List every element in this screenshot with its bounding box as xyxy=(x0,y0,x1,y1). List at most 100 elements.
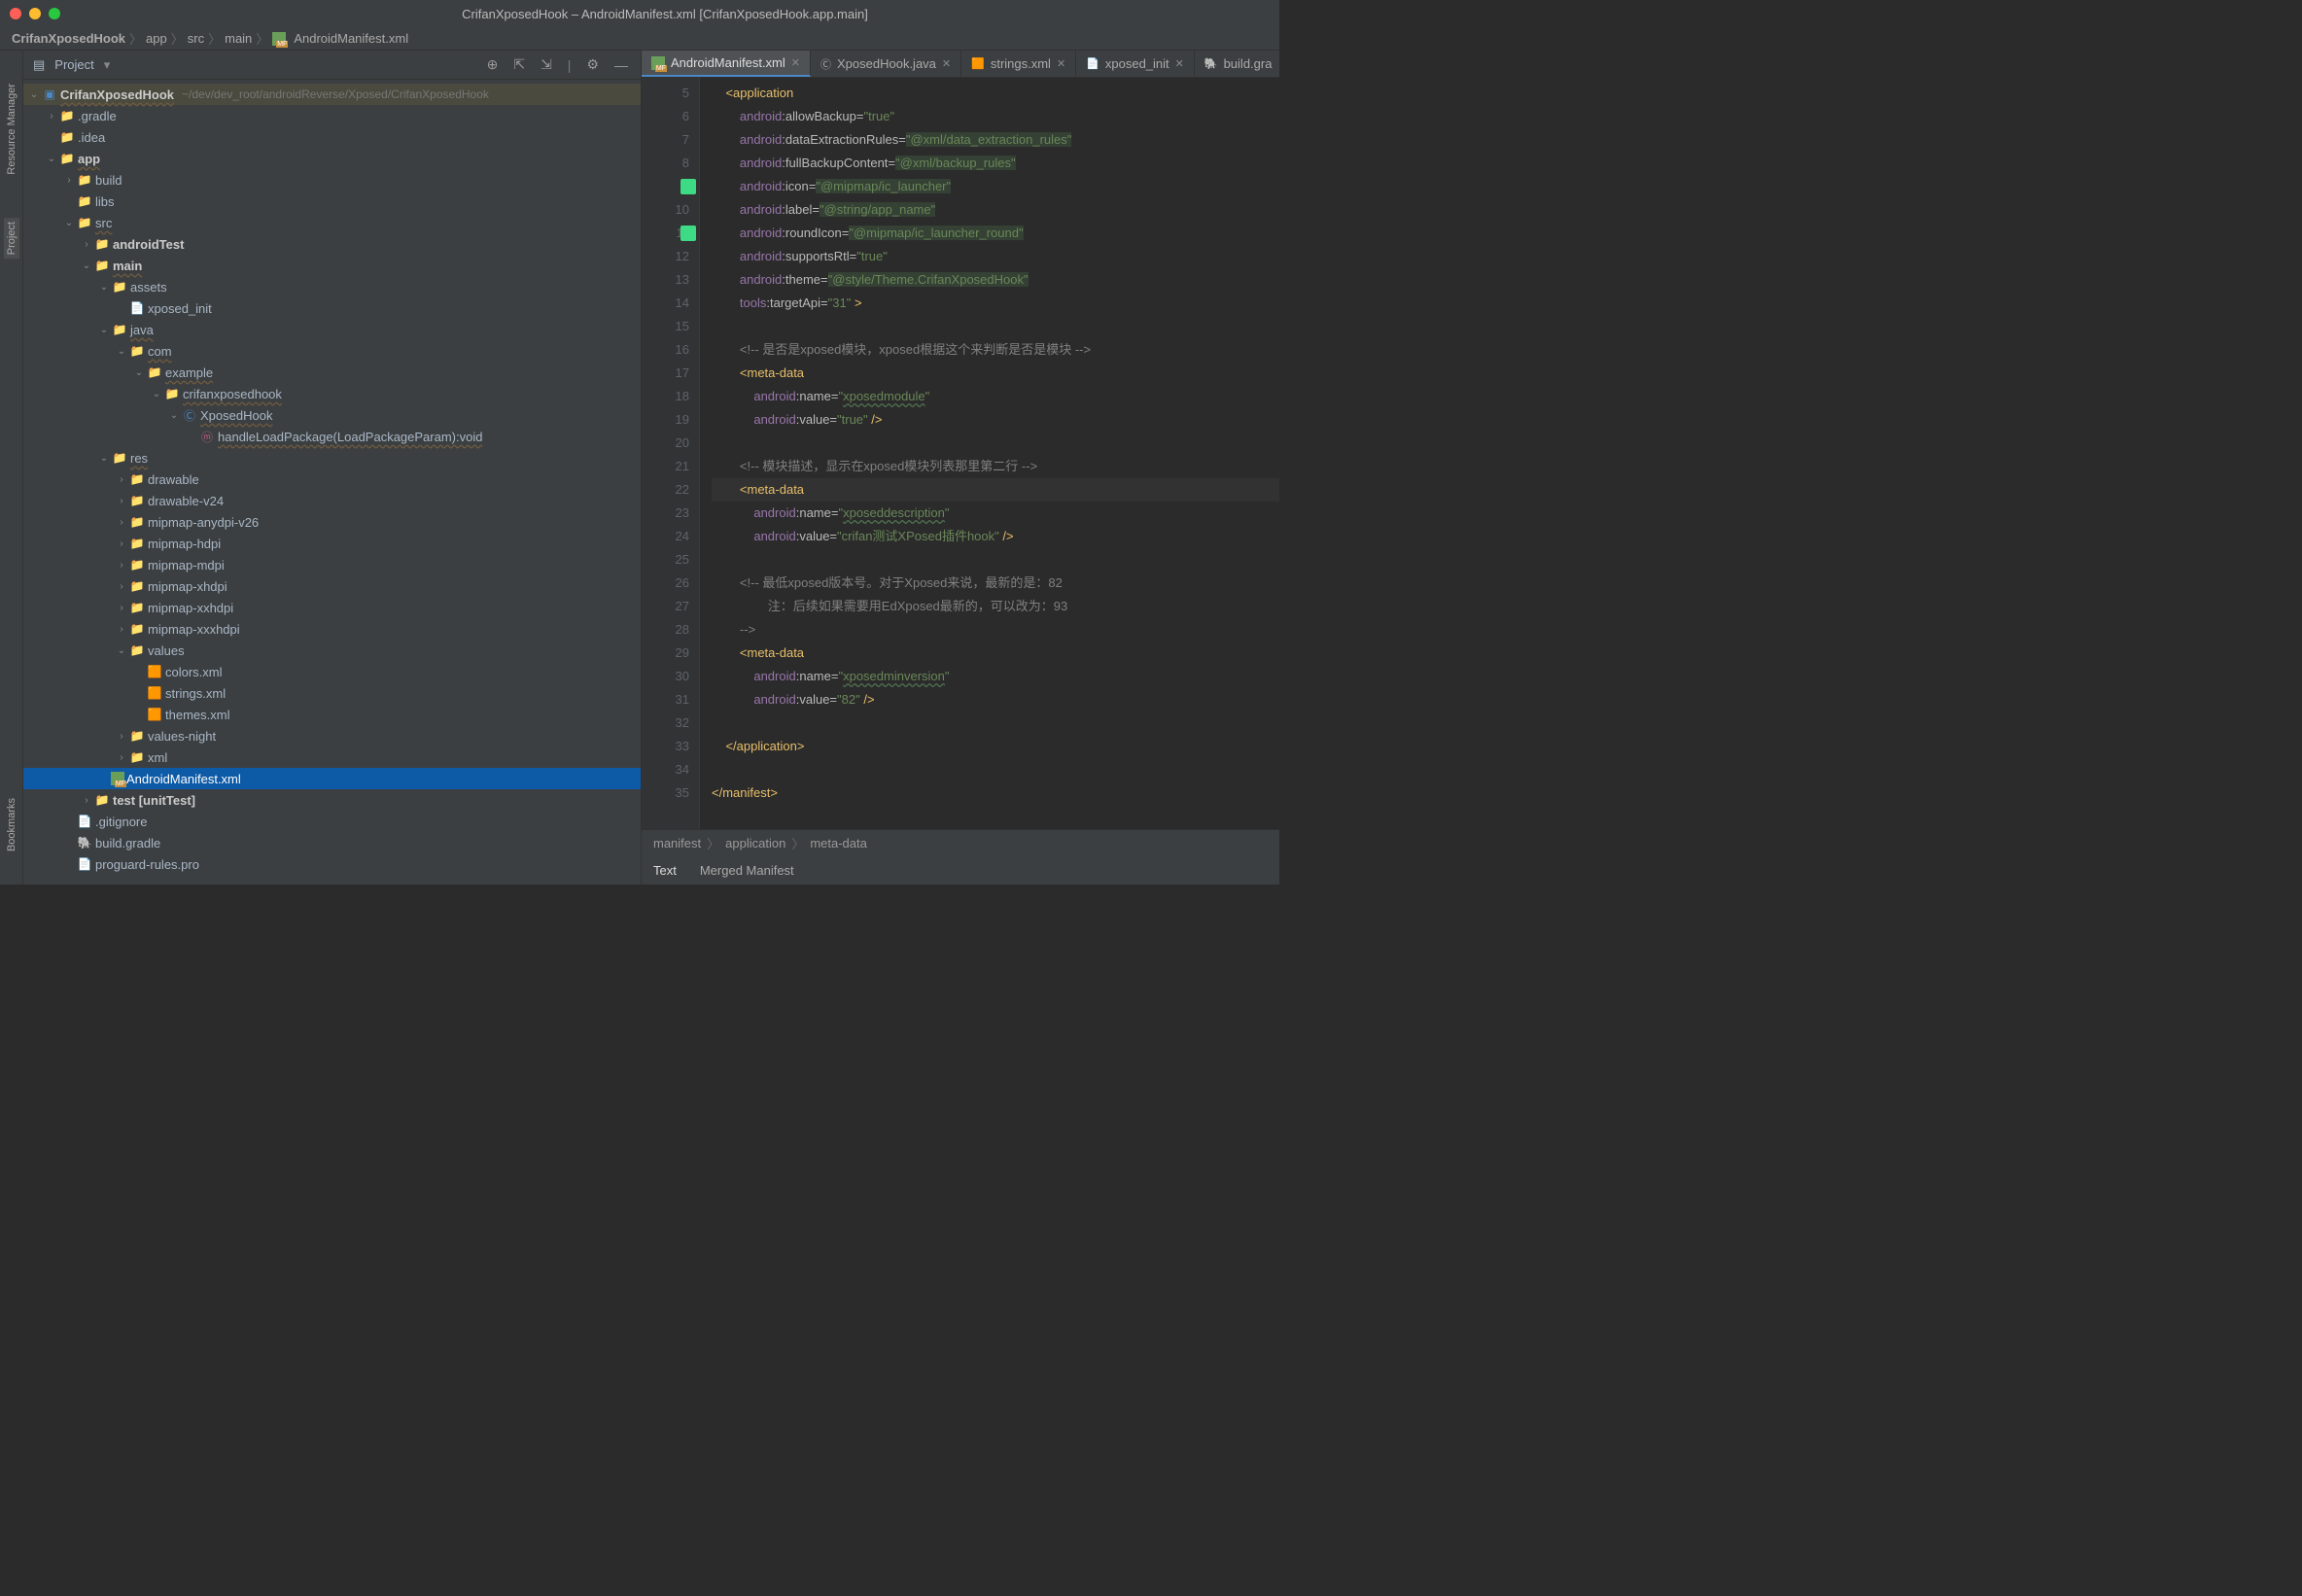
gear-icon[interactable]: ⚙ xyxy=(583,56,602,73)
editor-tab[interactable]: 📄xposed_init✕ xyxy=(1076,51,1195,77)
tree-node[interactable]: ›📁mipmap-hdpi xyxy=(23,533,641,554)
expand-icon[interactable]: ⇱ xyxy=(510,56,528,73)
editor-tab[interactable]: 🐘build.gra✕ xyxy=(1195,51,1279,77)
tree-node[interactable]: ›📁mipmap-anydpi-v26 xyxy=(23,511,641,533)
file-icon: 📄 xyxy=(76,857,93,871)
tree-node[interactable]: ⌄📁example xyxy=(23,362,641,383)
tree-node[interactable]: ⌄📁app xyxy=(23,148,641,169)
close-tab-icon[interactable]: ✕ xyxy=(942,57,951,70)
editor-mode-tab[interactable]: Text xyxy=(653,863,677,878)
tree-node[interactable]: ⓜhandleLoadPackage(LoadPackageParam):voi… xyxy=(23,426,641,447)
window-dot[interactable] xyxy=(10,8,21,19)
xml-crumb[interactable]: application xyxy=(725,836,785,850)
file-icon: 📁 xyxy=(128,579,146,593)
tree-node[interactable]: ›📁xml xyxy=(23,746,641,768)
tree-node[interactable]: 🟧themes.xml xyxy=(23,704,641,725)
xml-crumb[interactable]: meta-data xyxy=(810,836,867,850)
close-tab-icon[interactable]: ✕ xyxy=(1277,57,1279,70)
tree-node[interactable]: ›📁androidTest xyxy=(23,233,641,255)
tree-node[interactable]: ›📁mipmap-xhdpi xyxy=(23,575,641,597)
file-icon: 📁 xyxy=(76,216,93,229)
editor-tab[interactable]: 🟧strings.xml✕ xyxy=(961,51,1076,77)
tree-node[interactable]: ⌄📁com xyxy=(23,340,641,362)
tool-bookmarks[interactable]: Bookmarks xyxy=(4,794,19,855)
code-content[interactable]: <application android:allowBackup="true" … xyxy=(700,78,1279,829)
window-controls[interactable] xyxy=(10,8,60,19)
tree-root[interactable]: ⌄▣CrifanXposedHook~/dev/dev_root/android… xyxy=(23,84,641,105)
tree-node[interactable]: AndroidManifest.xml xyxy=(23,768,641,789)
file-icon: 🟧 xyxy=(146,665,163,678)
tree-node[interactable]: ⌄📁assets xyxy=(23,276,641,297)
tree-node[interactable]: 📁libs xyxy=(23,191,641,212)
editor-mode-tabs[interactable]: Text Merged Manifest xyxy=(642,855,1279,885)
xml-crumb[interactable]: manifest xyxy=(653,836,701,850)
tree-node[interactable]: 📄xposed_init xyxy=(23,297,641,319)
tree-node[interactable]: ⌄ⒸXposedHook xyxy=(23,404,641,426)
file-icon: 📄 xyxy=(128,301,146,315)
editor-mode-tab[interactable]: Merged Manifest xyxy=(700,863,794,878)
file-icon: 📁 xyxy=(128,515,146,529)
editor-tab[interactable]: ⒸXposedHook.java✕ xyxy=(811,51,961,77)
tool-project[interactable]: Project xyxy=(4,218,19,259)
gutter-android-icon[interactable] xyxy=(680,226,696,241)
tree-node[interactable]: 🐘build.gradle xyxy=(23,832,641,853)
tree-node[interactable]: ›📁mipmap-xxhdpi xyxy=(23,597,641,618)
breadcrumb-item[interactable]: AndroidManifest.xml xyxy=(294,31,408,46)
breadcrumb-item[interactable]: main xyxy=(225,31,252,46)
close-tab-icon[interactable]: ✕ xyxy=(791,56,800,69)
project-header: ▤ Project ▾ ⊕ ⇱ ⇲ | ⚙ — xyxy=(23,51,641,80)
close-tab-icon[interactable]: ✕ xyxy=(1057,57,1065,70)
tree-node[interactable]: ⌄📁java xyxy=(23,319,641,340)
project-view-dropdown-icon[interactable]: ▾ xyxy=(104,57,111,73)
code-editor[interactable]: 5678910111213141516171819202122232425262… xyxy=(642,78,1279,829)
project-tree[interactable]: ⌄▣CrifanXposedHook~/dev/dev_root/android… xyxy=(23,80,641,885)
tree-node[interactable]: ›📁.gradle xyxy=(23,105,641,126)
locate-icon[interactable]: ⊕ xyxy=(484,56,502,73)
window-dot[interactable] xyxy=(29,8,41,19)
tool-resource-manager[interactable]: Resource Manager xyxy=(4,80,19,179)
file-icon: 📁 xyxy=(128,643,146,657)
hide-icon[interactable]: — xyxy=(611,57,631,73)
file-icon: 📁 xyxy=(93,237,111,251)
breadcrumb-item[interactable]: app xyxy=(146,31,167,46)
tree-node[interactable]: 📁.idea xyxy=(23,126,641,148)
file-icon: 🐘 xyxy=(76,836,93,850)
tree-node[interactable]: ›📁values-night xyxy=(23,725,641,746)
file-icon: 📁 xyxy=(128,622,146,636)
tree-node[interactable]: ⌄📁src xyxy=(23,212,641,233)
tree-node[interactable]: ⌄📁main xyxy=(23,255,641,276)
breadcrumbs[interactable]: CrifanXposedHook〉app〉src〉main〉AndroidMan… xyxy=(0,27,1279,51)
project-sidebar: ▤ Project ▾ ⊕ ⇱ ⇲ | ⚙ — ⌄▣CrifanXposedHo… xyxy=(23,51,642,885)
file-icon: Ⓒ xyxy=(181,407,198,424)
file-icon: 📁 xyxy=(128,344,146,358)
tree-node[interactable]: ›📁build xyxy=(23,169,641,191)
breadcrumb-item[interactable]: src xyxy=(188,31,204,46)
close-tab-icon[interactable]: ✕ xyxy=(1175,57,1184,70)
gutter-android-icon[interactable] xyxy=(680,179,696,194)
tree-node[interactable]: ›📁drawable xyxy=(23,468,641,490)
breadcrumb-item[interactable]: CrifanXposedHook xyxy=(12,31,125,46)
tree-node[interactable]: ›📁drawable-v24 xyxy=(23,490,641,511)
tree-node[interactable]: ›📁mipmap-mdpi xyxy=(23,554,641,575)
window-dot[interactable] xyxy=(49,8,60,19)
tree-node[interactable]: ⌄📁values xyxy=(23,640,641,661)
tree-node[interactable]: ⌄📁crifanxposedhook xyxy=(23,383,641,404)
file-icon: 📁 xyxy=(76,173,93,187)
collapse-icon[interactable]: ⇲ xyxy=(538,56,555,73)
editor-tabs[interactable]: AndroidManifest.xml✕ⒸXposedHook.java✕🟧st… xyxy=(642,51,1279,78)
file-icon: 🟧 xyxy=(146,708,163,721)
tree-node[interactable]: ›📁mipmap-xxxhdpi xyxy=(23,618,641,640)
xml-breadcrumb[interactable]: manifest〉application〉meta-data xyxy=(642,830,1279,855)
tree-node[interactable]: 🟧strings.xml xyxy=(23,682,641,704)
editor-tab[interactable]: AndroidManifest.xml✕ xyxy=(642,51,811,77)
project-view-label[interactable]: Project xyxy=(54,57,93,72)
file-icon: 📁 xyxy=(58,152,76,165)
file-icon: 📁 xyxy=(163,387,181,400)
tree-node[interactable]: 📄.gitignore xyxy=(23,811,641,832)
tree-node[interactable]: ›📁test [unitTest] xyxy=(23,789,641,811)
tree-node[interactable]: ⌄📁res xyxy=(23,447,641,468)
tree-node[interactable]: 📄proguard-rules.pro xyxy=(23,853,641,875)
project-view-icon: ▤ xyxy=(33,57,45,73)
tree-node[interactable]: 🟧colors.xml xyxy=(23,661,641,682)
file-icon: 📁 xyxy=(111,280,128,294)
